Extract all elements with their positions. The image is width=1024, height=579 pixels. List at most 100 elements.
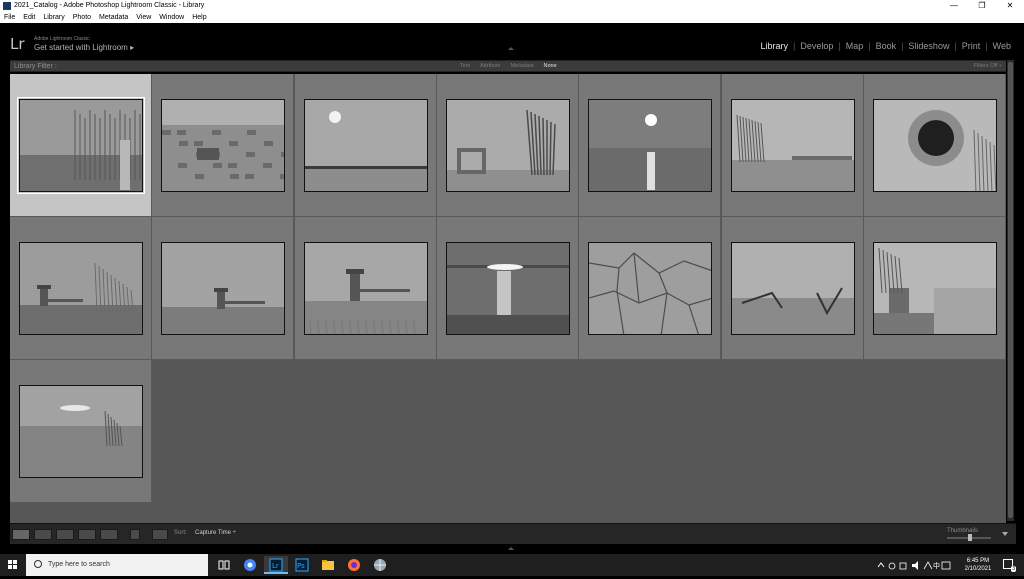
product-name: Adobe Lightroom Classic xyxy=(34,36,90,42)
notification-icon[interactable]: 3 xyxy=(1003,559,1016,572)
windows-logo-icon xyxy=(8,565,12,569)
windows-logo-icon xyxy=(8,560,12,564)
photo-grid-cell[interactable] xyxy=(863,74,1006,217)
photo-grid-cell[interactable] xyxy=(721,74,864,217)
photo-thumbnail[interactable] xyxy=(161,242,286,335)
system-tray-icons[interactable] xyxy=(876,559,956,571)
grid-view-button[interactable] xyxy=(12,529,30,540)
library-toolbar: Sort: Capture Time ÷ Thumbnails xyxy=(10,523,1016,544)
clock-date: 2/10/2021 xyxy=(964,566,992,572)
maximize-button[interactable]: ❐ xyxy=(968,0,996,12)
photo-grid-cell[interactable] xyxy=(436,74,579,217)
photo-grid-cell[interactable] xyxy=(294,217,437,360)
start-button[interactable] xyxy=(0,554,26,576)
taskbar-search-box[interactable]: Type here to search xyxy=(26,554,208,576)
photo-grid-cell[interactable] xyxy=(152,74,295,217)
menu-view[interactable]: View xyxy=(136,12,151,23)
menu-file[interactable]: File xyxy=(4,12,15,23)
firefox-icon[interactable] xyxy=(342,556,366,574)
get-started-link[interactable]: Get started with Lightroom ▸ xyxy=(34,43,134,52)
menu-edit[interactable]: Edit xyxy=(23,12,35,23)
window-titlebar: 2021_Catalog - Adobe Photoshop Lightroom… xyxy=(0,0,1024,12)
photo-grid-cell[interactable] xyxy=(436,217,579,360)
loupe-view-button[interactable] xyxy=(34,529,52,540)
module-picker: Library | Develop | Map | Book | Slideshow | … xyxy=(755,41,1016,51)
photo-thumbnail[interactable] xyxy=(872,242,997,335)
photo-thumbnail[interactable] xyxy=(445,242,570,335)
browser-globe-icon[interactable] xyxy=(368,556,392,574)
photo-thumbnail[interactable] xyxy=(303,242,428,335)
compare-view-button[interactable] xyxy=(56,529,74,540)
left-panel-collapsed[interactable] xyxy=(0,59,10,523)
photo-thumbnail[interactable] xyxy=(161,99,286,192)
lightroom-taskbar-icon[interactable]: Lr xyxy=(264,556,288,574)
photo-grid-cell[interactable] xyxy=(10,217,152,360)
sort-direction-icon[interactable] xyxy=(152,529,168,540)
windows-logo-icon xyxy=(13,560,17,564)
menu-window[interactable]: Window xyxy=(159,12,184,23)
chrome-icon[interactable] xyxy=(238,556,262,574)
menu-bar: File Edit Library Photo Metadata View Wi… xyxy=(0,12,1024,23)
photo-grid-cell[interactable] xyxy=(863,217,1006,360)
language-indicator[interactable]: 中 xyxy=(933,561,940,571)
module-map[interactable]: Map xyxy=(841,41,869,51)
lightroom-app-icon xyxy=(3,2,11,10)
window-title: 2021_Catalog - Adobe Photoshop Lightroom… xyxy=(14,2,205,9)
task-view-icon[interactable] xyxy=(212,556,236,574)
module-develop[interactable]: Develop xyxy=(795,41,838,51)
module-web[interactable]: Web xyxy=(988,41,1016,51)
sort-dropdown[interactable]: Capture Time ÷ xyxy=(195,530,236,536)
notification-badge: 3 xyxy=(1011,566,1016,572)
people-view-button[interactable] xyxy=(100,529,118,540)
search-placeholder: Type here to search xyxy=(48,561,110,568)
toolbar-options-chevron-icon[interactable] xyxy=(1002,532,1008,536)
thumbnail-grid xyxy=(10,74,1006,523)
minimize-button[interactable]: — xyxy=(940,0,968,12)
bottom-panel-toggle-icon[interactable] xyxy=(508,547,514,550)
photo-thumbnail[interactable] xyxy=(19,242,143,335)
thumbnail-size-slider-knob[interactable] xyxy=(968,534,972,541)
photoshop-taskbar-icon[interactable]: Ps xyxy=(290,556,314,574)
photo-grid-cell[interactable] xyxy=(721,217,864,360)
taskbar-clock[interactable]: 6:45 PM 2/10/2021 xyxy=(960,557,996,573)
photo-grid-cell[interactable] xyxy=(10,74,152,217)
photo-thumbnail[interactable] xyxy=(730,242,855,335)
photo-thumbnail[interactable] xyxy=(872,99,997,192)
filter-none[interactable]: None xyxy=(539,61,562,72)
menu-library[interactable]: Library xyxy=(43,12,64,23)
photo-thumbnail[interactable] xyxy=(17,97,145,194)
photo-thumbnail[interactable] xyxy=(588,242,713,335)
photo-grid-cell[interactable] xyxy=(152,217,295,360)
photo-thumbnail[interactable] xyxy=(445,99,570,192)
photo-grid-cell[interactable] xyxy=(294,74,437,217)
filter-attribute[interactable]: Attribute xyxy=(475,61,505,72)
filter-metadata[interactable]: Metadata xyxy=(506,61,539,72)
photo-thumbnail[interactable] xyxy=(19,385,143,478)
module-library[interactable]: Library xyxy=(755,41,793,51)
get-started-text: Get started with Lightroom xyxy=(34,43,128,52)
grid-scrollbar-thumb[interactable] xyxy=(1008,62,1013,518)
close-button[interactable]: ✕ xyxy=(996,0,1024,12)
menu-help[interactable]: Help xyxy=(192,12,206,23)
photo-grid-cell[interactable] xyxy=(579,217,722,360)
module-book[interactable]: Book xyxy=(871,41,902,51)
window-controls: — ❐ ✕ xyxy=(940,0,1024,12)
painter-icon[interactable] xyxy=(130,529,140,540)
survey-view-button[interactable] xyxy=(78,529,96,540)
menu-photo[interactable]: Photo xyxy=(73,12,91,23)
photo-grid-cell[interactable] xyxy=(10,360,152,503)
photo-thumbnail[interactable] xyxy=(588,99,713,192)
file-explorer-icon[interactable] xyxy=(316,556,340,574)
photo-thumbnail[interactable] xyxy=(730,99,855,192)
photo-thumbnail[interactable] xyxy=(303,99,428,192)
windows-taskbar: Type here to search Lr Ps 中 6:45 PM 2/10… xyxy=(0,554,1024,576)
filter-text[interactable]: Text xyxy=(455,61,475,72)
menu-metadata[interactable]: Metadata xyxy=(99,12,128,23)
top-panel-toggle-icon[interactable] xyxy=(508,47,514,50)
svg-text:Lr: Lr xyxy=(272,562,279,570)
module-slideshow[interactable]: Slideshow xyxy=(903,41,954,51)
clock-time: 6:45 PM xyxy=(966,558,990,564)
photo-grid-cell[interactable] xyxy=(579,74,722,217)
filters-off-dropdown[interactable]: Filters Off ÷ xyxy=(974,61,1002,72)
module-print[interactable]: Print xyxy=(957,41,986,51)
